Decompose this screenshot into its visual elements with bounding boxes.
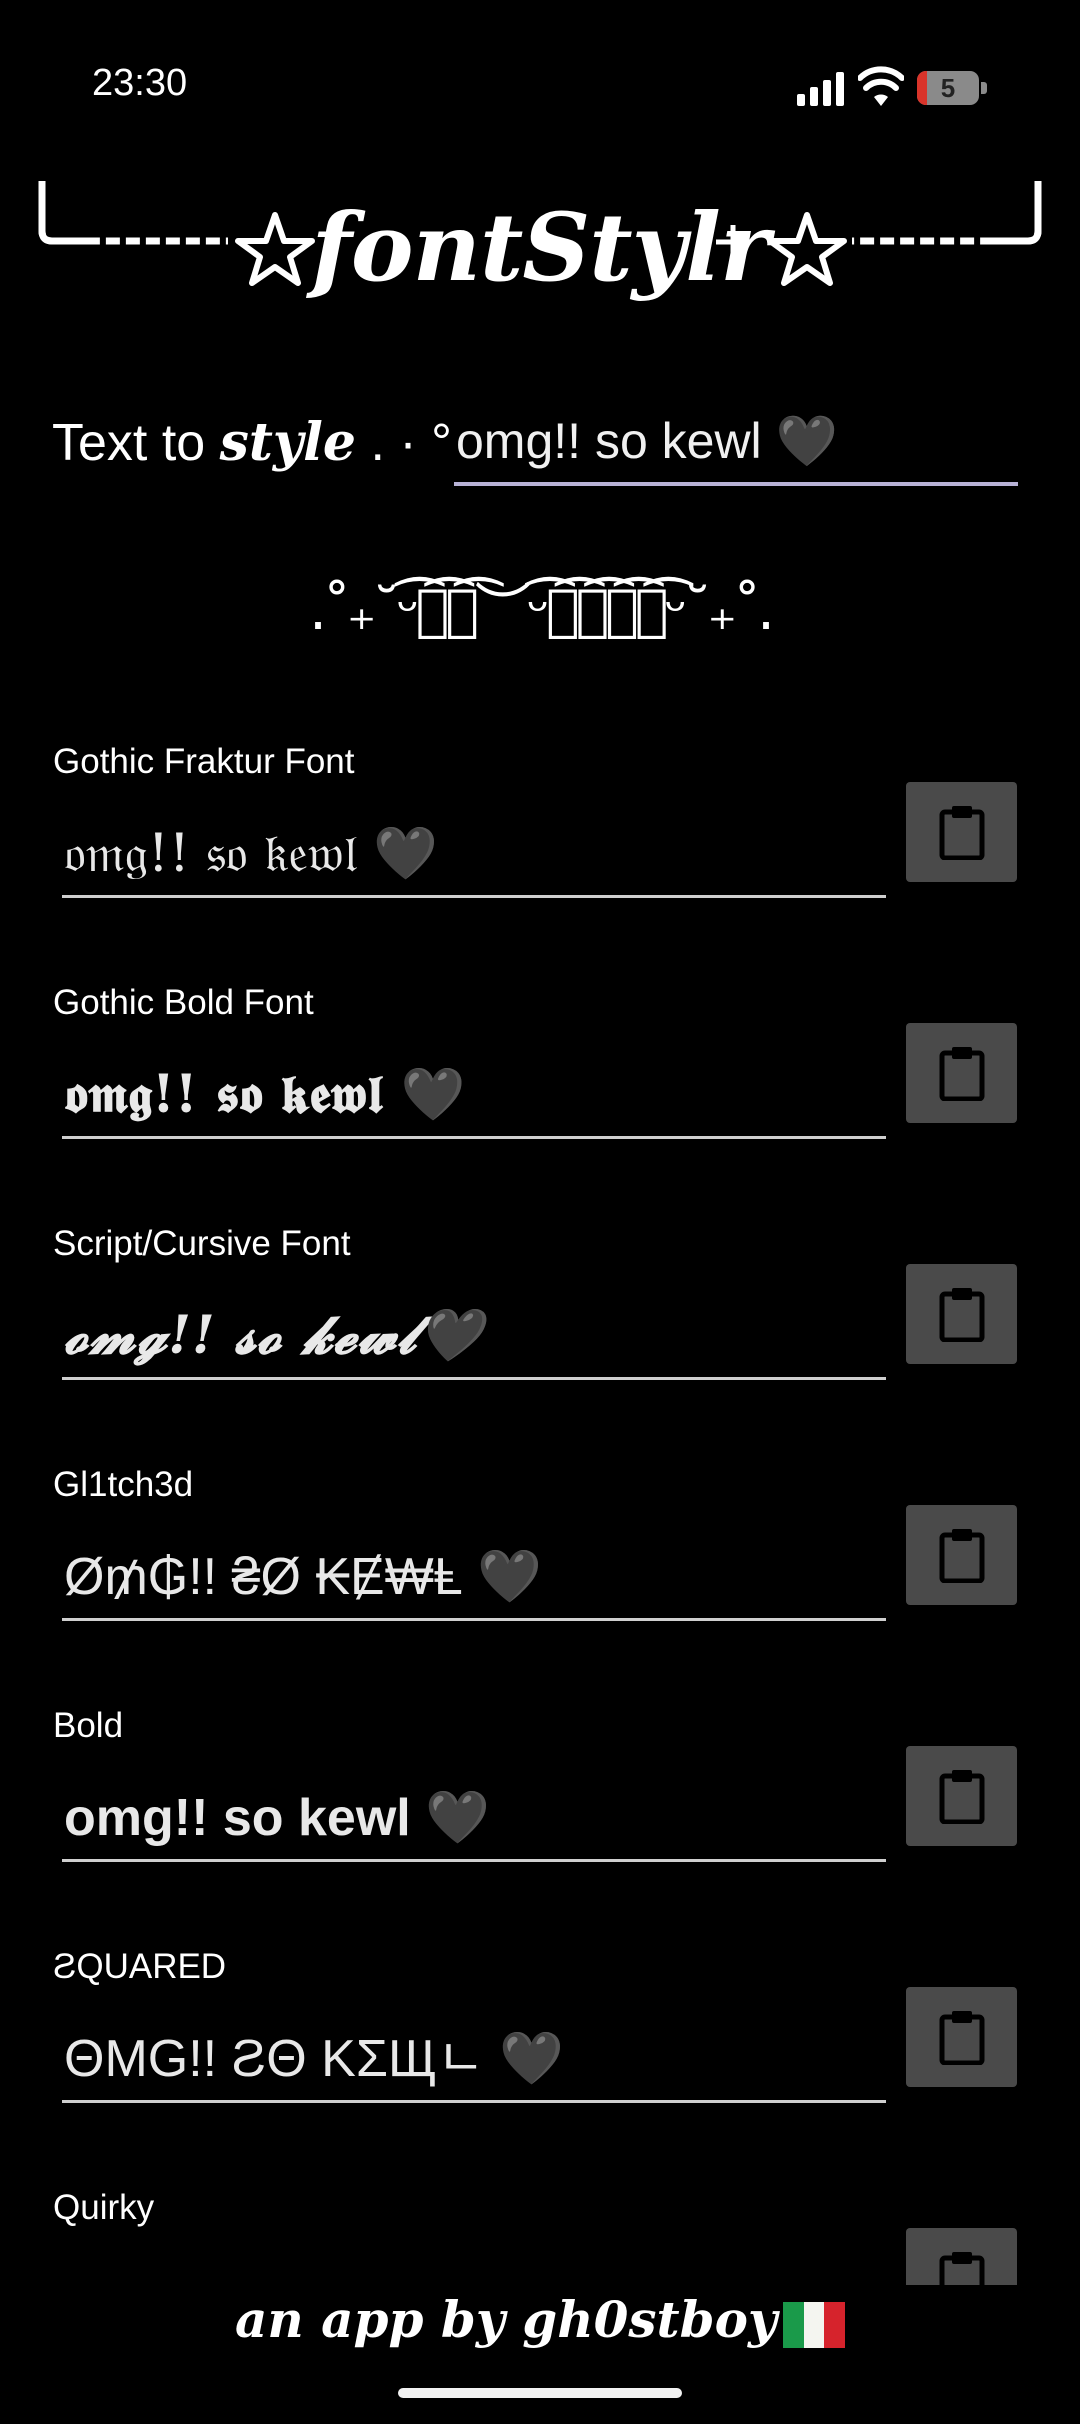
clipboard-icon [939,1529,984,1583]
font-item: ƧQUARED ΘMG!! ƧΘ KΣЩㄴ 🖤 [0,1925,1080,2166]
wifi-icon [858,66,904,106]
font-style-list[interactable]: Gothic Fraktur Font 𝔬𝔪𝔤!! 𝔰𝔬 𝔨𝔢𝔴𝔩 🖤 Goth… [0,720,1080,2285]
status-time: 23:30 [92,62,188,104]
copy-button[interactable] [906,1746,1017,1846]
copy-button[interactable] [906,1264,1017,1364]
signal-icon [797,72,844,106]
font-item-output[interactable]: Ø₥₲!! ₴Ø ₭Ɇ₩Ⱡ 🖤 [62,1535,886,1621]
decorative-divider: .˚₊˘ᵕ͡︶͡︶͡︶ᵕ͡︶͡︶͡︶͡︶͡ᵕ˘₊˚. [309,578,775,643]
home-indicator[interactable] [398,2388,682,2398]
font-item-label: Gl1tch3d [53,1465,194,1504]
copy-button[interactable] [906,1505,1017,1605]
copy-button[interactable] [906,1987,1017,2087]
text-to-style-input[interactable] [454,400,1018,486]
clipboard-icon [939,1288,984,1342]
font-item-label: Gothic Bold Font [53,983,314,1022]
font-item: Bold omg!! so kewl 🖤 [0,1684,1080,1925]
font-item: Script/Cursive Font 𝓸𝓶𝓰!! 𝓼𝓸 𝓴𝓮𝔀𝓵🖤 [0,1202,1080,1443]
font-item-output[interactable]: 𝓸𝓶𝓰!! 𝓼𝓸 𝓴𝓮𝔀𝓵🖤 [62,1294,886,1380]
font-item: Gothic Bold Font 𝖔𝖒𝖌!! 𝖘𝖔 𝖐𝖊𝖜𝖑 🖤 [0,961,1080,1202]
clipboard-icon [939,2011,984,2065]
font-item-label: Script/Cursive Font [53,1224,351,1263]
clipboard-icon [939,806,984,860]
italy-flag-icon [783,2301,845,2348]
clipboard-icon [939,1047,984,1101]
font-item: Gothic Fraktur Font 𝔬𝔪𝔤!! 𝔰𝔬 𝔨𝔢𝔴𝔩 🖤 [0,720,1080,961]
font-item: Gl1tch3d Ø₥₲!! ₴Ø ₭Ɇ₩Ⱡ 🖤 [0,1443,1080,1684]
clipboard-icon [939,1770,984,1824]
text-input-row: Text to style . · ° [52,400,1018,490]
font-item-output[interactable]: 𝔬𝔪𝔤!! 𝔰𝔬 𝔨𝔢𝔴𝔩 🖤 [62,812,886,898]
font-item-output[interactable]: omg!! so kewl 🖤 [62,1776,886,1862]
font-item-label: Quirky [53,2188,155,2227]
font-item-label: ƧQUARED [53,1947,227,1986]
status-bar: 23:30 5 [0,0,1080,170]
font-item-output[interactable]: ΘMG!! ƧΘ KΣЩㄴ 🖤 [62,2017,886,2103]
font-item-label: Bold [53,1706,124,1745]
font-item: Quirky [0,2166,1080,2285]
font-item-output[interactable] [62,2258,886,2285]
battery-icon: 5 [917,71,989,105]
font-item-label: Gothic Fraktur Font [53,742,355,781]
clipboard-icon [939,2252,984,2285]
footer-text: an app by gh0stboy [234,2290,778,2349]
app-title: fontStylr [311,193,769,303]
battery-level: 5 [940,73,956,103]
copy-button[interactable] [906,1023,1017,1123]
copy-button[interactable] [906,782,1017,882]
footer-credit: an app by gh0stboy [0,2290,1080,2349]
font-item-output[interactable]: 𝖔𝖒𝖌!! 𝖘𝖔 𝖐𝖊𝖜𝖑 🖤 [62,1053,886,1139]
copy-button[interactable] [906,2228,1017,2285]
input-label: Text to style . · ° [52,412,452,473]
app-banner: fontStylr [0,175,1080,335]
